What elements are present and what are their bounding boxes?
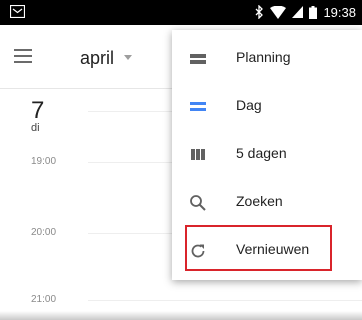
time-label: 19:00 [31, 156, 57, 167]
search-icon [190, 195, 206, 211]
five-day-view-icon [191, 149, 205, 160]
menu-item-label: Dag [236, 97, 262, 113]
chevron-down-icon[interactable] [124, 55, 132, 60]
menu-item-label: Planning [236, 49, 291, 65]
hamburger-menu-icon[interactable] [14, 49, 32, 63]
menu-item-planning[interactable]: Planning [172, 34, 362, 82]
day-name: di [31, 122, 40, 134]
clock: 19:38 [323, 4, 356, 20]
highlight-box [185, 225, 332, 271]
menu-item-label: 5 dagen [236, 145, 287, 161]
menu-item-zoeken[interactable]: Zoeken [172, 178, 362, 226]
bluetooth-icon [255, 5, 264, 19]
message-icon [10, 5, 25, 18]
status-bar: 19:38 [0, 0, 362, 25]
day-number: 7 [31, 97, 45, 124]
month-selector[interactable]: april [80, 48, 114, 69]
time-label: 20:00 [31, 227, 57, 238]
signal-icon [292, 6, 304, 18]
agenda-icon [190, 54, 206, 64]
bottom-shadow [0, 311, 362, 320]
menu-item-dag[interactable]: Dag [172, 82, 362, 130]
wifi-icon [270, 5, 287, 19]
menu-item-label: Zoeken [236, 193, 283, 209]
status-icons: 19:38 [255, 3, 356, 21]
time-label: 21:00 [31, 294, 57, 305]
day-view-icon [190, 102, 206, 111]
battery-icon [309, 5, 318, 19]
hour-line [88, 300, 362, 301]
menu-item-5-dagen[interactable]: 5 dagen [172, 130, 362, 178]
